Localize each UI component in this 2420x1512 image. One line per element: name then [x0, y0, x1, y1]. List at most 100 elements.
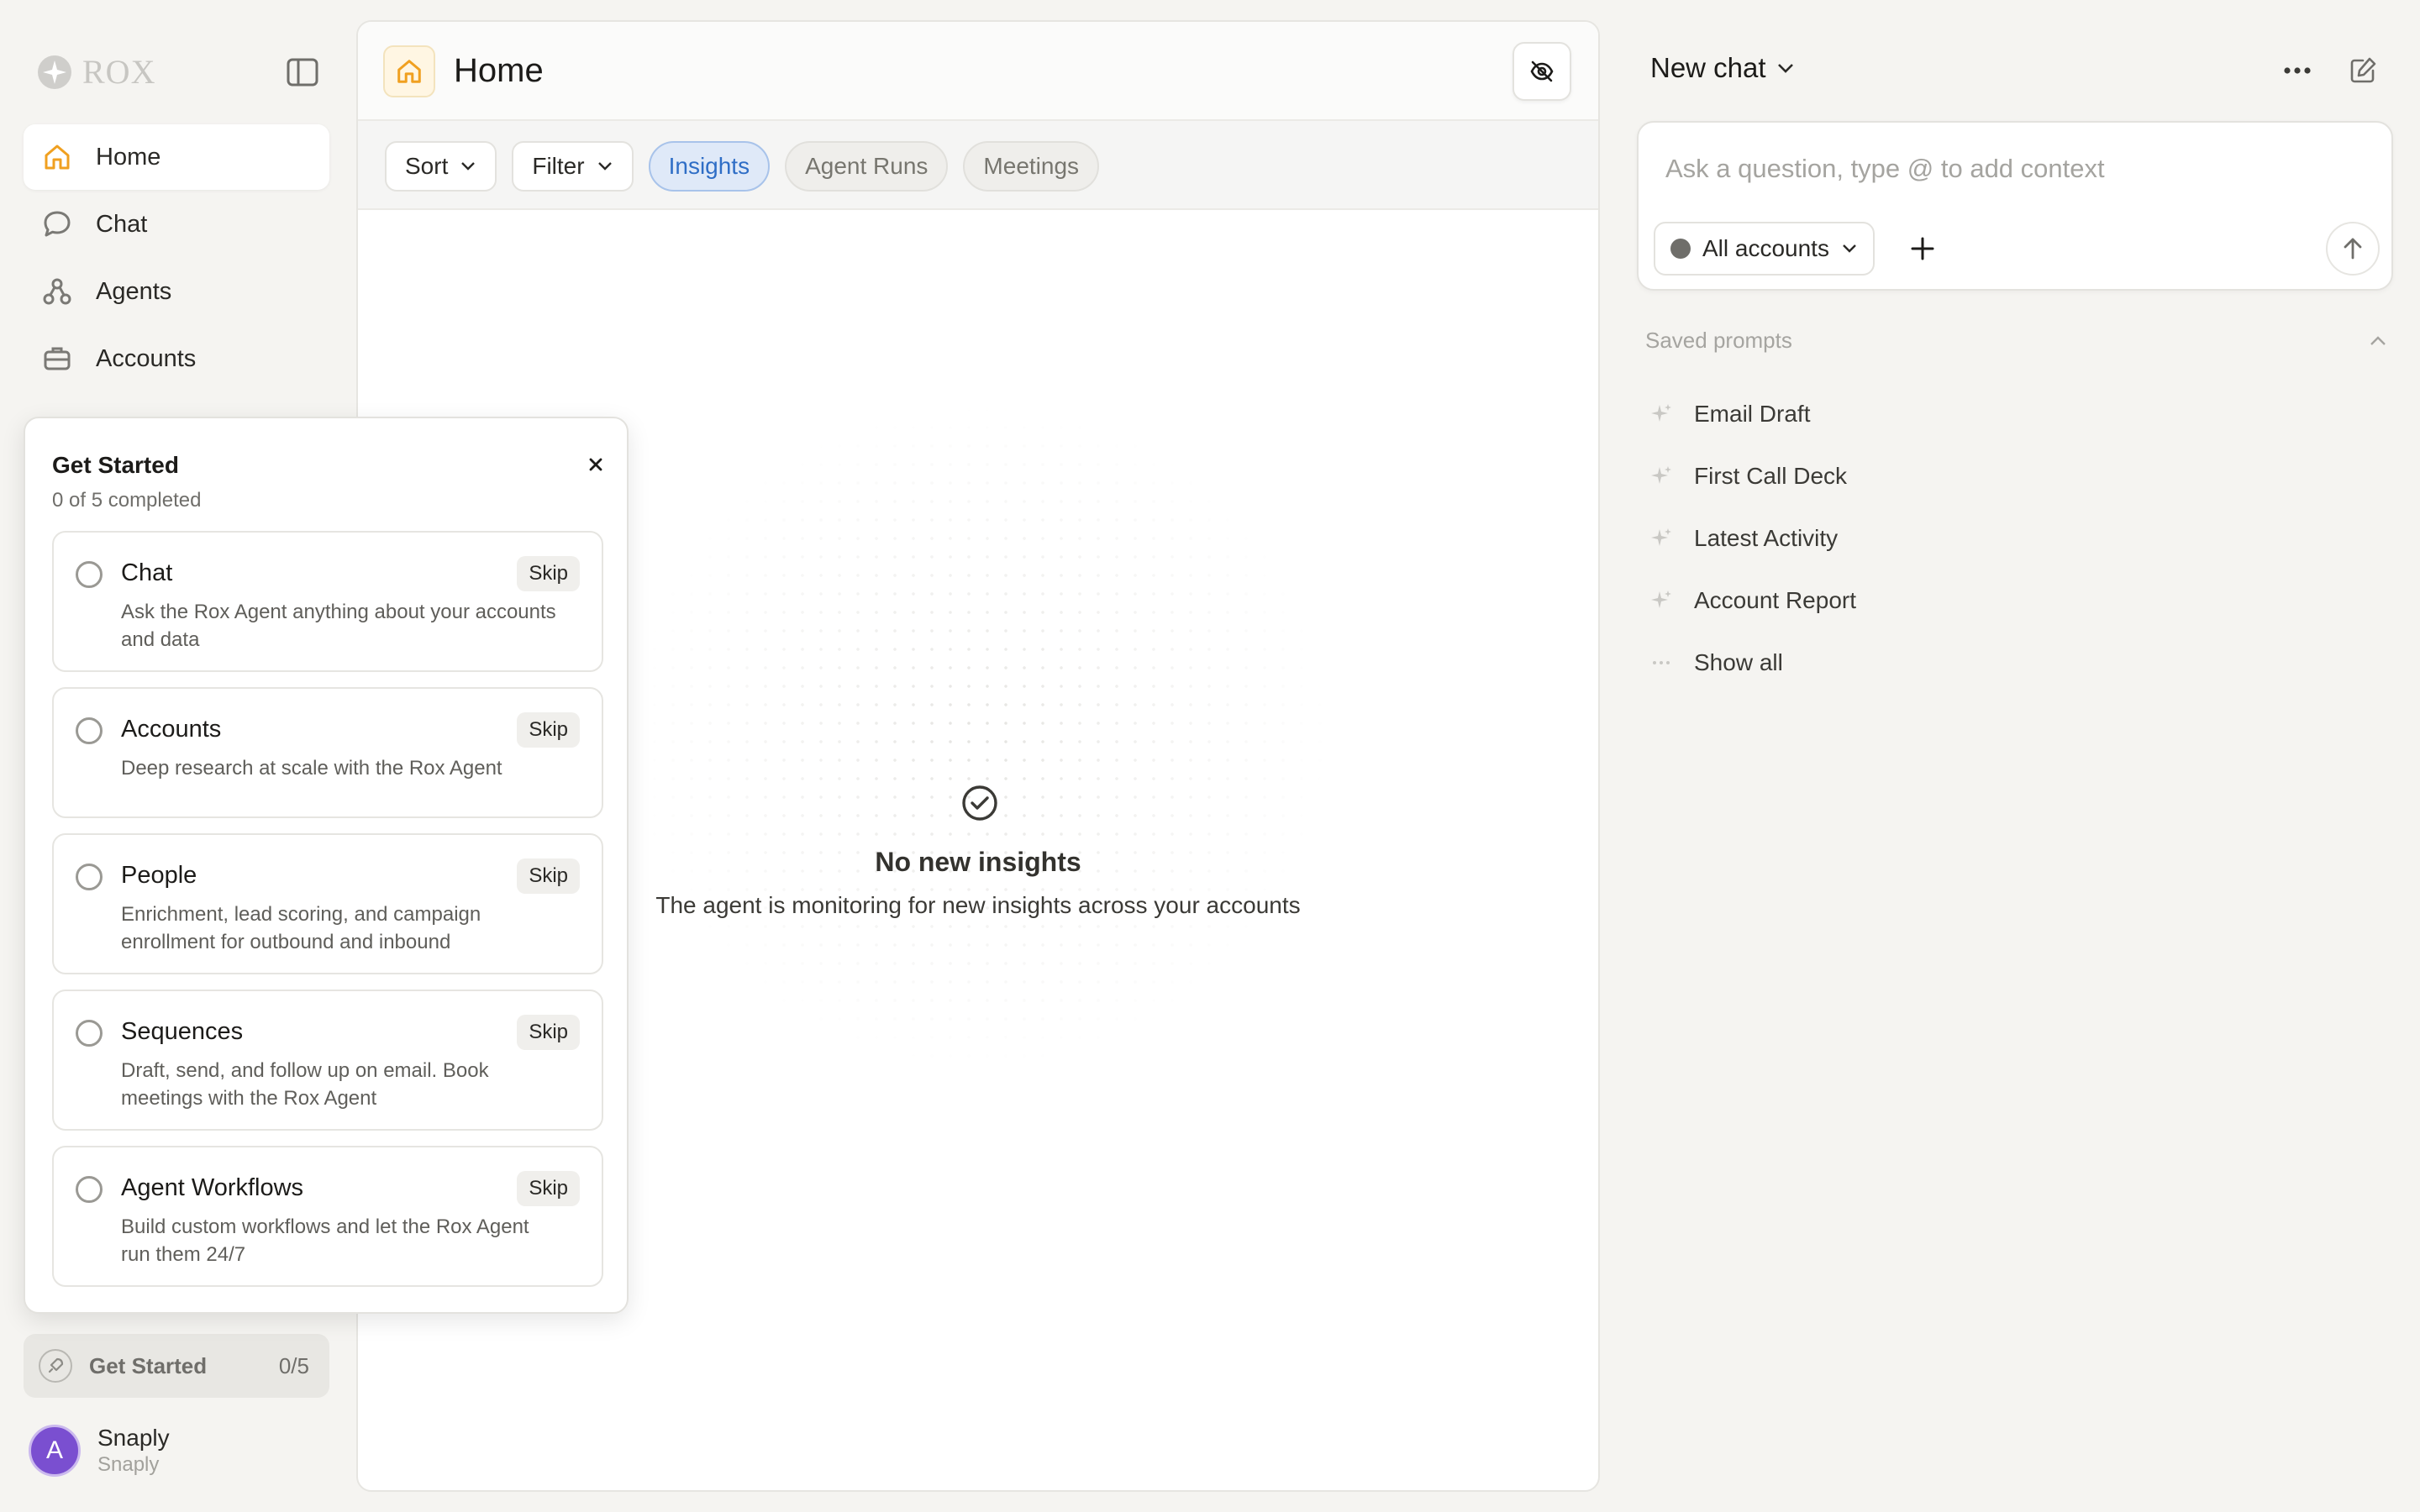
logo-text: ROX: [82, 53, 156, 91]
sidebar-toggle-icon[interactable]: [286, 57, 319, 87]
task-checkbox[interactable]: [76, 717, 103, 744]
task-title: People: [121, 862, 197, 889]
chevron-up-icon: [2370, 335, 2386, 345]
get-started-label: Get Started: [89, 1352, 208, 1378]
user-name: Snaply: [97, 1425, 170, 1451]
task-description: Draft, send, and follow up on email. Boo…: [121, 1059, 489, 1110]
popover-progress: 0 of 5 completed: [52, 489, 202, 512]
task-checkbox[interactable]: [76, 864, 103, 890]
new-chat-icon[interactable]: [2346, 54, 2380, 87]
filter-button[interactable]: Filter: [512, 141, 634, 192]
filter-toolbar: Sort Filter Insights Agent Runs Meetings: [358, 121, 1598, 210]
briefcase-icon: [40, 342, 74, 375]
sidebar-item-label: Agents: [96, 277, 172, 305]
hide-insights-button[interactable]: [1512, 42, 1571, 101]
task-card-chat[interactable]: Chat Ask the Rox Agent anything about yo…: [52, 531, 603, 672]
eye-off-icon: [1530, 60, 1554, 82]
chip-agent-runs[interactable]: Agent Runs: [785, 141, 949, 192]
accounts-scope-label: All accounts: [1702, 235, 1829, 261]
sort-label: Sort: [405, 153, 449, 179]
task-card-people[interactable]: People Enrichment, lead scoring, and cam…: [52, 833, 603, 974]
rox-logo-icon: [38, 55, 71, 89]
task-title: Sequences: [121, 1018, 244, 1045]
task-title: Agent Workflows: [121, 1174, 304, 1201]
accounts-icon: [1670, 239, 1691, 259]
sidebar-item-label: Accounts: [96, 344, 197, 372]
sort-button[interactable]: Sort: [385, 141, 497, 192]
filter-label: Filter: [532, 153, 585, 179]
show-all-label: Show all: [1694, 649, 1783, 675]
sidebar-item-agents[interactable]: Agents: [24, 259, 329, 324]
check-circle-icon: [960, 783, 1000, 823]
skip-button[interactable]: Skip: [517, 712, 580, 748]
sidebar-item-label: Chat: [96, 210, 148, 238]
task-card-agent-workflows[interactable]: Agent Workflows Build custom workflows a…: [52, 1146, 603, 1287]
user-menu[interactable]: A Snaply Snaply: [29, 1425, 170, 1477]
dot-pattern-background: [627, 400, 1333, 1072]
sidebar-item-home[interactable]: Home: [24, 124, 329, 190]
get-started-button[interactable]: Get Started 0/5: [24, 1334, 329, 1398]
user-org: Snaply: [97, 1453, 160, 1476]
skip-button[interactable]: Skip: [517, 1015, 580, 1050]
saved-prompt-label: First Call Deck: [1694, 463, 1848, 489]
task-checkbox[interactable]: [76, 1176, 103, 1203]
main-header: Home: [358, 22, 1598, 121]
sparkle-icon: [1649, 588, 1674, 613]
add-context-icon[interactable]: [1907, 234, 1938, 264]
chat-bubble-icon: [40, 207, 74, 241]
saved-prompt-item[interactable]: Latest Activity: [1649, 507, 1856, 570]
agents-icon: [40, 275, 74, 308]
saved-prompts-header[interactable]: Saved prompts: [1645, 328, 2388, 354]
saved-prompt-label: Account Report: [1694, 587, 1856, 613]
chevron-down-icon: [597, 162, 612, 171]
show-all-prompts[interactable]: Show all: [1649, 632, 1856, 694]
avatar: A: [29, 1425, 81, 1477]
chip-meetings[interactable]: Meetings: [963, 141, 1100, 192]
sidebar-item-chat[interactable]: Chat: [24, 192, 329, 257]
task-description: Ask the Rox Agent anything about your ac…: [121, 601, 556, 651]
sparkle-icon: [1649, 402, 1674, 427]
task-description: Build custom workflows and let the Rox A…: [121, 1215, 529, 1266]
task-description: Deep research at scale with the Rox Agen…: [121, 757, 502, 780]
chip-insights[interactable]: Insights: [648, 141, 771, 192]
chat-selector[interactable]: New chat: [1650, 52, 1795, 84]
saved-prompt-item[interactable]: Email Draft: [1649, 383, 1856, 445]
task-description: Enrichment, lead scoring, and campaign e…: [121, 903, 481, 953]
saved-prompt-item[interactable]: First Call Deck: [1649, 445, 1856, 507]
saved-prompt-label: Latest Activity: [1694, 525, 1839, 551]
saved-prompts-label: Saved prompts: [1645, 328, 1792, 353]
saved-prompts-list: Email Draft First Call Deck Latest Activ…: [1649, 383, 1856, 694]
saved-prompt-item[interactable]: Account Report: [1649, 570, 1856, 632]
sidebar-nav: Home Chat Agents Accounts: [24, 124, 329, 393]
popover-title: Get Started: [52, 452, 179, 478]
task-card-sequences[interactable]: Sequences Draft, send, and follow up on …: [52, 990, 603, 1131]
chevron-down-icon: [1843, 244, 1856, 253]
skip-button[interactable]: Skip: [517, 556, 580, 591]
chat-title: New chat: [1650, 52, 1766, 83]
get-started-popover: Get Started 0 of 5 completed Chat Ask th…: [24, 417, 629, 1314]
ellipsis-icon: [1649, 650, 1674, 675]
arrow-up-icon: [2344, 238, 2362, 260]
sparkle-icon: [1649, 526, 1674, 551]
rox-logo[interactable]: ROX: [37, 52, 155, 92]
more-options-icon[interactable]: [2279, 54, 2316, 87]
rocket-icon: [39, 1349, 72, 1383]
chat-input[interactable]: [1665, 148, 2354, 190]
skip-button[interactable]: Skip: [517, 858, 580, 894]
skip-button[interactable]: Skip: [517, 1171, 580, 1206]
close-icon[interactable]: [583, 452, 608, 477]
task-checkbox[interactable]: [76, 561, 103, 588]
task-card-accounts[interactable]: Accounts Deep research at scale with the…: [52, 687, 603, 818]
saved-prompt-label: Email Draft: [1694, 401, 1811, 427]
home-icon: [383, 45, 435, 97]
sparkle-icon: [1649, 464, 1674, 489]
page-title: Home: [454, 52, 544, 89]
chat-composer: All accounts: [1637, 121, 2393, 291]
chevron-down-icon: [461, 162, 476, 171]
sidebar-item-label: Home: [96, 143, 161, 171]
send-button[interactable]: [2326, 222, 2380, 276]
chevron-down-icon: [1777, 64, 1793, 73]
task-checkbox[interactable]: [76, 1020, 103, 1047]
accounts-scope-select[interactable]: All accounts: [1654, 222, 1875, 276]
sidebar-item-accounts[interactable]: Accounts: [24, 326, 329, 391]
